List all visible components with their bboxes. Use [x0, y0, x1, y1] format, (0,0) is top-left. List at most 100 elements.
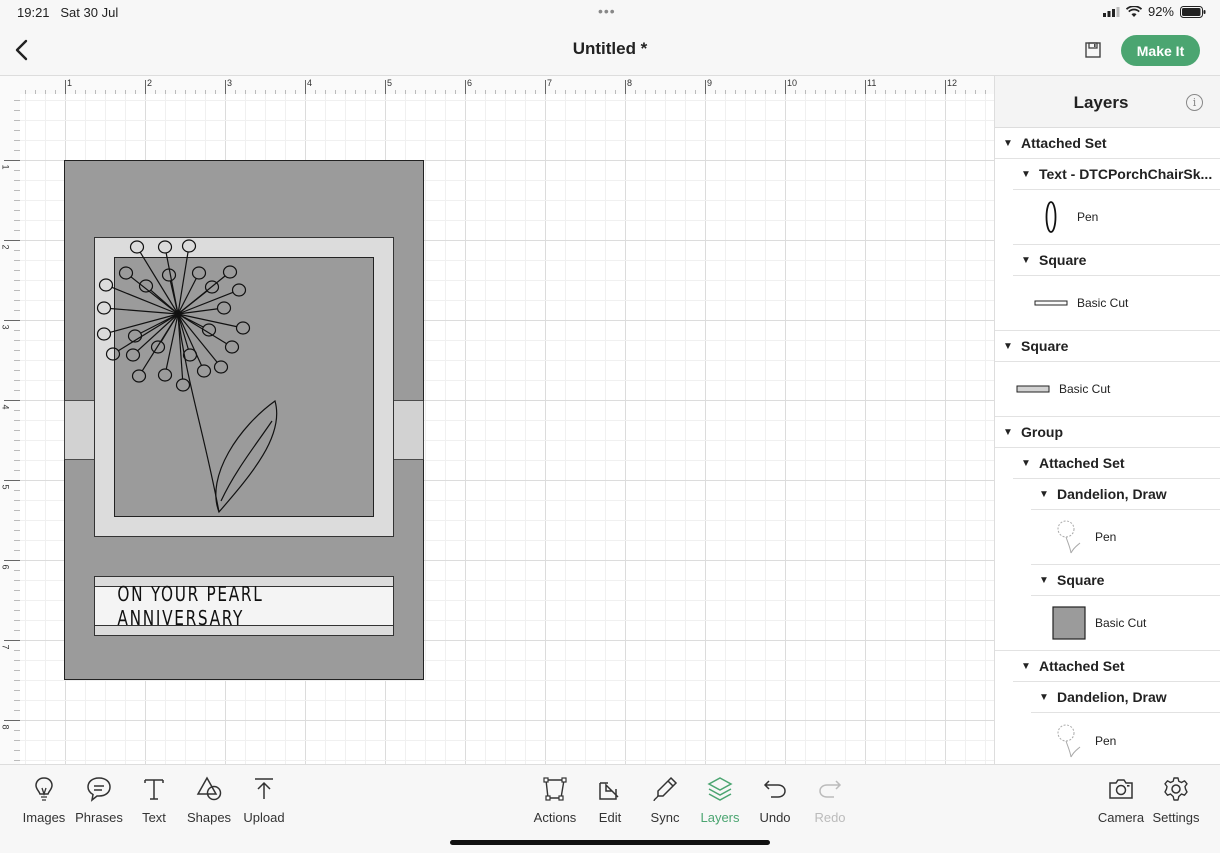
tool-label: Phrases [75, 810, 123, 825]
images-button[interactable]: Images [16, 775, 72, 825]
layer-label: Dandelion, Draw [1057, 486, 1167, 502]
upload-icon [255, 778, 273, 799]
text-button[interactable]: Text [126, 775, 182, 825]
expand-triangle-icon[interactable]: ▼ [1021, 661, 1039, 672]
layer-group-text[interactable]: ▼ Text - DTCPorchChairSk... [1013, 159, 1220, 190]
layer-label: Attached Set [1039, 658, 1125, 674]
layer-group-square[interactable]: ▼ Square [1013, 245, 1220, 276]
home-indicator[interactable] [450, 840, 770, 845]
expand-triangle-icon[interactable]: ▼ [1003, 427, 1021, 438]
square-thumbnail-icon [1052, 606, 1086, 640]
upload-button[interactable]: Upload [236, 775, 292, 825]
layers-stack-icon [707, 777, 733, 801]
layer-thumbnail [1031, 283, 1071, 323]
layer-thumbnail [1049, 603, 1089, 643]
expand-triangle-icon[interactable]: ▼ [1021, 255, 1039, 266]
layer-label: Basic Cut [1095, 616, 1147, 630]
signal-icon [1102, 6, 1120, 17]
layer-group-attached-set-2[interactable]: ▼ Attached Set [1013, 448, 1220, 479]
layer-label: Attached Set [1039, 455, 1125, 471]
expand-triangle-icon[interactable]: ▼ [1021, 458, 1039, 469]
layer-label: Basic Cut [1059, 382, 1111, 396]
layer-label: Dandelion, Draw [1057, 689, 1167, 705]
tool-label: Upload [243, 810, 285, 825]
layer-group-dandelion-2[interactable]: ▼ Dandelion, Draw [1031, 682, 1220, 713]
camera-icon [1109, 779, 1133, 799]
tool-label: Redo [814, 810, 846, 825]
tool-label: Layers [700, 810, 740, 825]
wifi-icon [1125, 5, 1142, 17]
actions-button[interactable]: Actions [527, 775, 583, 825]
redo-button[interactable]: Redo [802, 775, 858, 825]
layer-item-basic-cut-2[interactable]: Basic Cut [995, 362, 1220, 417]
multitasking-dots-icon[interactable]: ••• [598, 3, 616, 19]
phrases-button[interactable]: Phrases [71, 775, 127, 825]
layer-label: Square [1021, 338, 1069, 354]
layer-thumbnail [1049, 721, 1089, 761]
layer-group-attached-set[interactable]: ▼ Attached Set [995, 128, 1220, 159]
ellipse-thumbnail-icon [1045, 201, 1057, 233]
bottom-toolbar: Images Phrases Text Shapes Upload Action… [0, 764, 1220, 853]
app-header: Untitled * Make It [0, 24, 1220, 76]
layer-group-attached-set-3[interactable]: ▼ Attached Set [1013, 651, 1220, 682]
make-it-button[interactable]: Make It [1121, 35, 1200, 66]
battery-percent: 92% [1147, 4, 1174, 19]
layers-panel: Layers i ▼ Attached Set ▼ Text - DTCPorchC… [994, 76, 1220, 764]
strip-thumbnail-icon [1034, 300, 1068, 306]
layer-label: Text - DTCPorchChairSk... [1039, 166, 1213, 182]
tool-label: Settings [1152, 810, 1200, 825]
tool-label: Sync [650, 810, 680, 825]
expand-triangle-icon[interactable]: ▼ [1039, 489, 1057, 500]
tool-label: Shapes [186, 810, 232, 825]
layer-label: Group [1021, 424, 1063, 440]
layer-item-pen-dandelion[interactable]: Pen [1031, 510, 1220, 565]
card-design[interactable] [0, 76, 994, 764]
layers-title: Layers [1073, 93, 1129, 112]
back-button[interactable] [10, 36, 32, 64]
side-tab-right [393, 400, 424, 460]
settings-button[interactable]: Settings [1148, 775, 1204, 825]
layer-label: Basic Cut [1077, 296, 1129, 310]
dandelion-thumbnail-icon [1057, 724, 1081, 757]
dandelion-thumbnail-icon [1057, 520, 1081, 554]
layer-label: Pen [1095, 733, 1117, 748]
sync-button[interactable]: Sync [637, 775, 693, 825]
layer-thumbnail [1013, 369, 1053, 409]
layer-item-basic-cut[interactable]: Basic Cut [995, 276, 1220, 331]
photo-square [114, 257, 374, 517]
battery-icon [1180, 5, 1206, 18]
layer-thumbnail [1031, 197, 1071, 237]
layer-label: Pen [1077, 210, 1099, 224]
layer-group-group[interactable]: ▼ Group [995, 417, 1220, 448]
expand-triangle-icon[interactable]: ▼ [1021, 169, 1039, 180]
expand-triangle-icon[interactable]: ▼ [1003, 341, 1021, 352]
design-canvas[interactable]: 1 2 3 4 5 6 7 8 9 10 11 12 1 2 3 4 5 6 7 8 ON YOUR PEARL AN… [0, 76, 994, 764]
edit-button[interactable]: Edit [582, 775, 638, 825]
chevron-left-icon [15, 39, 28, 61]
status-bar: 19:21 Sat 30 Jul ••• 92% [0, 0, 1220, 24]
layer-item-pen-dandelion-2[interactable]: Pen [1031, 713, 1220, 764]
expand-triangle-icon[interactable]: ▼ [1039, 575, 1057, 586]
text-t-icon [144, 779, 164, 800]
layer-label: Square [1057, 572, 1105, 588]
sync-pen-icon [653, 776, 678, 802]
layer-group-dandelion[interactable]: ▼ Dandelion, Draw [1031, 479, 1220, 510]
tool-label: Undo [759, 810, 791, 825]
expand-triangle-icon[interactable]: ▼ [1039, 692, 1057, 703]
info-icon[interactable]: i [1186, 94, 1203, 111]
layers-button[interactable]: Layers [692, 775, 748, 825]
camera-button[interactable]: Camera [1093, 775, 1149, 825]
save-button[interactable] [1083, 40, 1103, 60]
expand-triangle-icon[interactable]: ▼ [1003, 138, 1021, 149]
undo-button[interactable]: Undo [747, 775, 803, 825]
layer-group-square-3[interactable]: ▼ Square [1031, 565, 1220, 596]
shapes-icon [196, 776, 222, 801]
shapes-button[interactable]: Shapes [181, 775, 237, 825]
layer-item-basic-cut-3[interactable]: Basic Cut [995, 596, 1220, 651]
layer-label: Attached Set [1021, 135, 1107, 151]
document-title: Untitled * [572, 39, 648, 58]
save-icon [1085, 42, 1101, 58]
layer-item-pen[interactable]: Pen [1013, 190, 1220, 245]
lightbulb-icon [35, 777, 53, 801]
layer-group-square-2[interactable]: ▼ Square [995, 331, 1220, 362]
